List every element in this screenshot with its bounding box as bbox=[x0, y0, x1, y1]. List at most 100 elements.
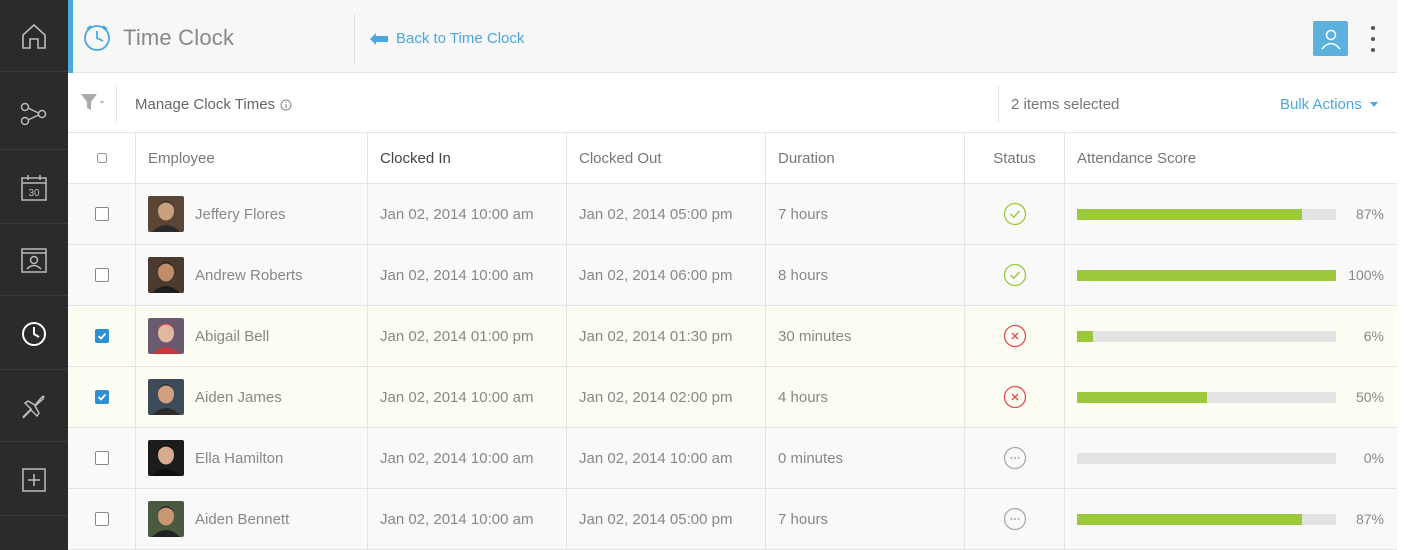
duration-cell: 0 minutes bbox=[766, 428, 965, 488]
plane-icon bbox=[22, 395, 45, 419]
header-clocked-out[interactable]: Clocked Out bbox=[567, 133, 766, 183]
x-circle-icon bbox=[1003, 385, 1026, 409]
employee-photo bbox=[148, 318, 184, 354]
score-bar-track bbox=[1077, 391, 1336, 403]
sidebar-item-clock[interactable] bbox=[0, 298, 68, 370]
toolbar: Manage Clock Times 2 items selected Bulk… bbox=[68, 74, 1397, 133]
sidebar-item-network[interactable] bbox=[0, 78, 68, 150]
table-row[interactable]: Andrew Roberts Jan 02, 2014 10:00 am Jan… bbox=[68, 245, 1397, 306]
employee-cell: Jeffery Flores bbox=[136, 184, 368, 244]
network-icon bbox=[20, 102, 47, 125]
toolbar-divider bbox=[998, 86, 999, 122]
duration-cell: 4 hours bbox=[766, 367, 965, 427]
row-checkbox[interactable] bbox=[94, 390, 109, 404]
employee-name: Ella Hamilton bbox=[195, 449, 284, 467]
select-all-checkbox[interactable] bbox=[96, 153, 107, 163]
header-duration[interactable]: Duration bbox=[766, 133, 965, 183]
selection-count: 2 items selected bbox=[1011, 96, 1120, 113]
avatar bbox=[148, 440, 184, 476]
score-percent: 0% bbox=[1363, 450, 1384, 466]
row-checkbox[interactable] bbox=[94, 451, 109, 465]
status-cell bbox=[965, 306, 1065, 366]
attendance-score-cell: 50% bbox=[1065, 367, 1397, 427]
header-accent-bar bbox=[68, 0, 73, 73]
score-bar-track bbox=[1077, 330, 1336, 342]
sidebar-item-calendar[interactable]: 30 bbox=[0, 152, 68, 224]
filter-icon[interactable] bbox=[81, 94, 105, 112]
avatar bbox=[148, 196, 184, 232]
clocked-in-cell: Jan 02, 2014 10:00 am bbox=[368, 184, 567, 244]
score-percent: 87% bbox=[1355, 511, 1384, 527]
row-checkbox[interactable] bbox=[94, 268, 109, 282]
employee-name: Andrew Roberts bbox=[195, 266, 303, 284]
clocked-in-cell: Jan 02, 2014 10:00 am bbox=[368, 489, 567, 549]
clocked-out-cell: Jan 02, 2014 05:00 pm bbox=[567, 184, 766, 244]
add-icon bbox=[22, 467, 46, 492]
score-bar-fill bbox=[1077, 208, 1303, 220]
sidebar-item-portrait[interactable] bbox=[0, 224, 68, 296]
clock-icon bbox=[84, 25, 110, 51]
calendar-badge: 30 bbox=[28, 188, 40, 199]
row-checkbox[interactable] bbox=[94, 329, 109, 343]
clocked-out-cell: Jan 02, 2014 02:00 pm bbox=[567, 367, 766, 427]
table-body: Jeffery Flores Jan 02, 2014 10:00 am Jan… bbox=[68, 184, 1397, 550]
header: Time Clock Back to Time Clock bbox=[68, 0, 1397, 73]
kebab-dot bbox=[1371, 37, 1375, 41]
attendance-score-cell: 100% bbox=[1065, 245, 1397, 305]
sidebar-item-travel[interactable] bbox=[0, 370, 68, 442]
row-select-cell bbox=[68, 428, 136, 488]
avatar bbox=[148, 379, 184, 415]
kebab-dot bbox=[1371, 26, 1375, 30]
score-bar-track bbox=[1077, 208, 1336, 220]
status-cell bbox=[965, 489, 1065, 549]
bulk-actions-label: Bulk Actions bbox=[1280, 96, 1362, 113]
page-title: Time Clock bbox=[123, 25, 235, 50]
employee-photo bbox=[148, 501, 184, 537]
employee-name: Jeffery Flores bbox=[195, 205, 286, 223]
table-row[interactable]: Aiden James Jan 02, 2014 10:00 am Jan 02… bbox=[68, 367, 1397, 428]
clocked-out-cell: Jan 02, 2014 06:00 pm bbox=[567, 245, 766, 305]
info-icon[interactable] bbox=[280, 99, 292, 111]
header-attendance-score[interactable]: Attendance Score bbox=[1065, 133, 1397, 183]
select-all-cell bbox=[68, 133, 136, 183]
user-icon bbox=[1320, 29, 1341, 50]
bulk-actions-dropdown[interactable]: Bulk Actions bbox=[1280, 96, 1378, 113]
row-select-cell bbox=[68, 367, 136, 427]
clocked-out-cell: Jan 02, 2014 10:00 am bbox=[567, 428, 766, 488]
clocked-in-cell: Jan 02, 2014 10:00 am bbox=[368, 428, 567, 488]
row-checkbox[interactable] bbox=[94, 207, 109, 221]
score-bar-fill bbox=[1077, 330, 1093, 342]
pending-circle-icon bbox=[1003, 446, 1026, 470]
employee-name: Aiden James bbox=[195, 388, 282, 406]
row-checkbox[interactable] bbox=[94, 512, 109, 526]
clocked-in-cell: Jan 02, 2014 10:00 am bbox=[368, 367, 567, 427]
header-status[interactable]: Status bbox=[965, 133, 1065, 183]
employee-name: Abigail Bell bbox=[195, 327, 270, 345]
avatar bbox=[148, 257, 184, 293]
sidebar-item-add[interactable] bbox=[0, 444, 68, 516]
employee-cell: Ella Hamilton bbox=[136, 428, 368, 488]
status-cell bbox=[965, 367, 1065, 427]
table-row[interactable]: Aiden Bennett Jan 02, 2014 10:00 am Jan … bbox=[68, 489, 1397, 550]
user-profile-button[interactable] bbox=[1313, 21, 1348, 56]
table-row[interactable]: Abigail Bell Jan 02, 2014 01:00 pm Jan 0… bbox=[68, 306, 1397, 367]
checkmark-icon bbox=[97, 393, 106, 401]
score-percent: 100% bbox=[1348, 267, 1384, 283]
sidebar: 30 bbox=[0, 0, 68, 550]
header-clocked-in[interactable]: Clocked In bbox=[368, 133, 567, 183]
employee-photo bbox=[148, 379, 184, 415]
header-employee[interactable]: Employee bbox=[136, 133, 368, 183]
duration-cell: 30 minutes bbox=[766, 306, 965, 366]
more-options-button[interactable] bbox=[1363, 26, 1383, 52]
back-to-time-clock-link[interactable]: Back to Time Clock bbox=[370, 30, 524, 47]
table-row[interactable]: Jeffery Flores Jan 02, 2014 10:00 am Jan… bbox=[68, 184, 1397, 245]
score-bar-track bbox=[1077, 452, 1336, 464]
checkmark-icon bbox=[97, 332, 106, 340]
duration-cell: 8 hours bbox=[766, 245, 965, 305]
employee-cell: Abigail Bell bbox=[136, 306, 368, 366]
sidebar-item-home[interactable] bbox=[0, 0, 68, 72]
table-row[interactable]: Ella Hamilton Jan 02, 2014 10:00 am Jan … bbox=[68, 428, 1397, 489]
row-select-cell bbox=[68, 489, 136, 549]
attendance-score-cell: 87% bbox=[1065, 489, 1397, 549]
toolbar-divider bbox=[116, 86, 117, 122]
